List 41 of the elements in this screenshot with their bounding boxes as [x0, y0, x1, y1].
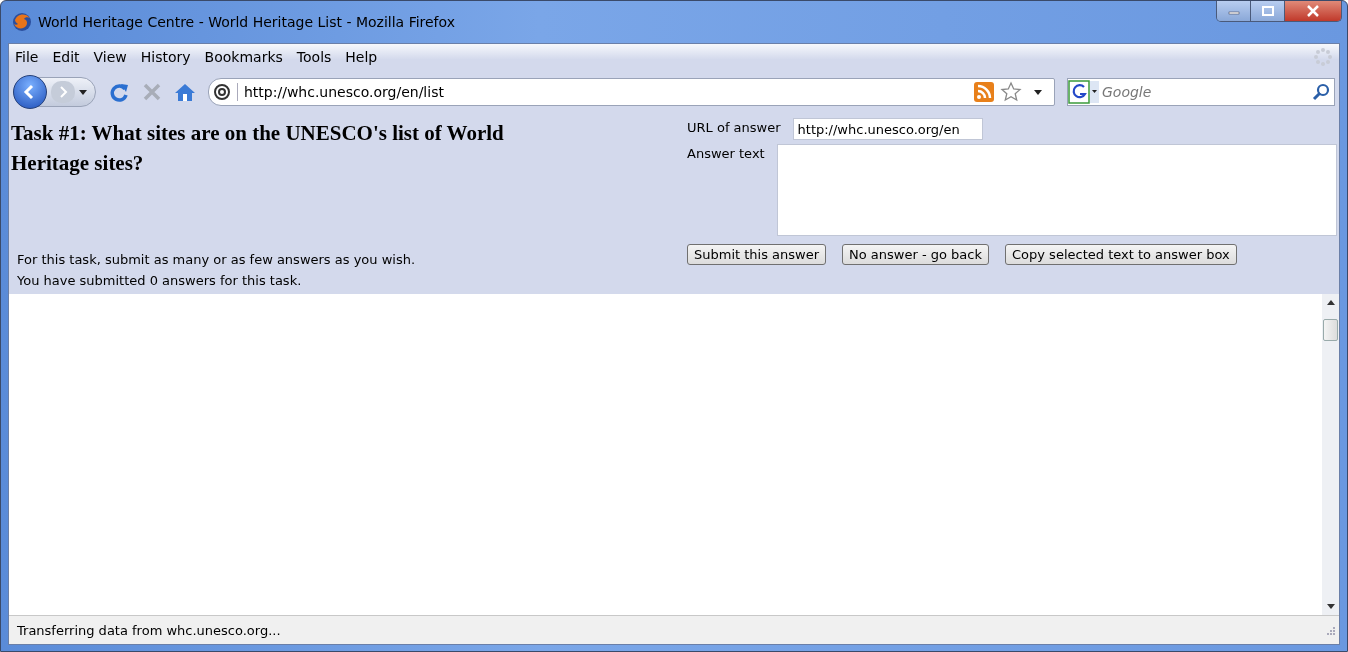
- close-button[interactable]: [1285, 1, 1341, 21]
- scroll-down-icon[interactable]: [1326, 604, 1335, 609]
- url-field[interactable]: http://whc.unesco.org/en: [792, 118, 983, 140]
- menu-item[interactable]: Bookmarks: [204, 49, 283, 65]
- feed-icon[interactable]: [974, 82, 994, 102]
- maximize-button[interactable]: [1251, 1, 1285, 21]
- star-icon[interactable]: [1000, 81, 1022, 103]
- globe-icon: [12, 12, 32, 32]
- resize-grip-icon[interactable]: [1325, 625, 1335, 635]
- address-field[interactable]: http://whc.unesco.org/en/list: [208, 78, 1055, 106]
- scroll-up-icon[interactable]: [1326, 300, 1335, 305]
- menu-item[interactable]: History: [140, 49, 191, 65]
- menu-item[interactable]: Edit: [52, 49, 80, 65]
- scrollbar[interactable]: [1322, 294, 1339, 615]
- menu-item[interactable]: Help: [345, 49, 378, 65]
- search-field[interactable]: Google: [1067, 78, 1335, 106]
- action-button[interactable]: No answer - go back: [842, 244, 989, 265]
- site-identity-icon[interactable]: [213, 83, 238, 101]
- status-text: Transferring data from whc.unesco.org...: [17, 622, 281, 638]
- task-title: Task #1: What sites are on the UNESCO's list of World Heritage sites?: [11, 120, 505, 177]
- action-button[interactable]: Copy selected text to answer box: [1005, 244, 1237, 265]
- reload-icon[interactable]: [108, 81, 130, 103]
- menu-item[interactable]: Tools: [296, 49, 332, 65]
- window-title: World Heritage Centre - World Heritage List - Mozilla Firefox: [38, 14, 456, 30]
- loading-icon: [1313, 47, 1333, 67]
- instruction-text: For this task, submit as many or as few answers as you wish.: [17, 252, 417, 267]
- dropdown-icon[interactable]: [1034, 89, 1042, 95]
- field-label: Answer text: [687, 145, 765, 161]
- search-icon[interactable]: [1312, 83, 1330, 101]
- back-button[interactable]: [13, 75, 47, 109]
- submission-count-text: You have submitted 0 answers for this task.: [17, 273, 303, 288]
- action-button[interactable]: Submit this answer: [687, 244, 827, 265]
- field-label: URL of answer: [687, 119, 781, 135]
- menu-item[interactable]: View: [93, 49, 127, 65]
- search-engine-icon[interactable]: [1068, 80, 1100, 104]
- scroll-thumb[interactable]: [1323, 319, 1338, 341]
- menu-item[interactable]: File: [15, 49, 39, 65]
- dropdown-icon[interactable]: [79, 89, 87, 95]
- minimize-button[interactable]: [1217, 1, 1251, 21]
- close-icon[interactable]: [1306, 5, 1320, 17]
- home-icon[interactable]: [174, 82, 196, 102]
